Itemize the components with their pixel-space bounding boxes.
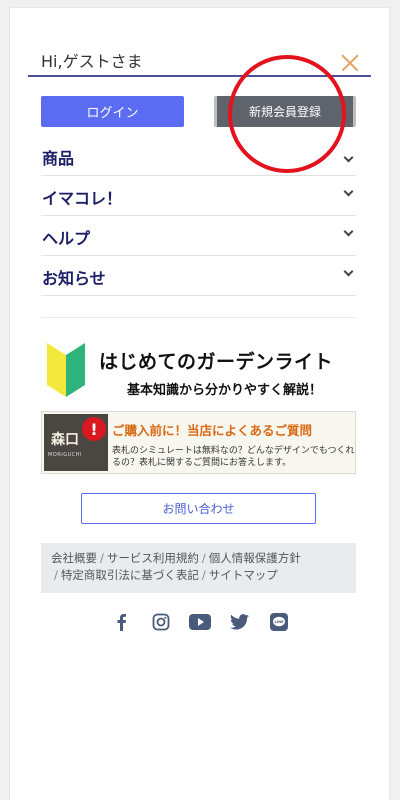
twitter-icon[interactable]: [229, 611, 251, 633]
link-separator: /: [54, 568, 58, 582]
faq-title: ご購入前に！当店によくあるご質問: [112, 423, 313, 438]
menu-item-products[interactable]: 商品: [41, 136, 356, 176]
garden-light-guide-banner[interactable]: はじめてのガーデンライト 基本知識から分かりやすく解説！: [47, 341, 357, 401]
menu-item-label: ヘルプ: [42, 229, 91, 248]
menu-item-news[interactable]: お知らせ: [41, 256, 356, 296]
link-separator: /: [201, 568, 206, 582]
link-separator: /: [201, 551, 206, 565]
footer-link-tokushoho[interactable]: 特定商取引法に基づく表記: [61, 568, 199, 582]
login-button[interactable]: ログイン: [41, 96, 184, 127]
menu-item-label: お知らせ: [42, 269, 106, 288]
menu-item-help[interactable]: ヘルプ: [41, 216, 356, 256]
faq-banner[interactable]: 森口 MORIGUCHI ! ご購入前に！当店によくあるご質問 表札のシミュレー…: [41, 411, 356, 474]
facebook-icon[interactable]: [110, 611, 132, 633]
footer-link-privacy[interactable]: 個人情報保護方針: [209, 551, 301, 565]
line-icon[interactable]: LINE: [268, 611, 290, 633]
side-menu-panel: Hi,ゲストさま ログイン 新規会員登録 商品 イマコレ！ ヘルプ お知らせ は…: [9, 7, 390, 800]
instagram-icon[interactable]: [150, 611, 172, 633]
greeting-underline: [28, 75, 371, 77]
nameplate-text: 森口: [51, 432, 79, 448]
guide-subtitle: 基本知識から分かりやすく解説！: [127, 383, 323, 398]
faq-description: 表札のシミュレートは無料なの？どんなデザインでもつくれるの？表札に関するご質問に…: [112, 446, 355, 468]
category-menu: 商品 イマコレ！ ヘルプ お知らせ: [41, 136, 356, 296]
footer-link-terms[interactable]: サービス利用規約: [107, 551, 199, 565]
beginner-mark-icon: [47, 343, 85, 397]
chevron-down-icon: [343, 266, 354, 277]
contact-button[interactable]: お問い合わせ: [81, 493, 316, 524]
exclamation-icon: !: [82, 417, 106, 441]
social-links: LINE: [110, 611, 290, 633]
nameplate-subtext: MORIGUCHI: [48, 452, 82, 458]
close-icon[interactable]: [341, 54, 359, 72]
menu-item-label: イマコレ！: [42, 189, 123, 208]
youtube-icon[interactable]: [189, 611, 211, 633]
guide-title: はじめてのガーデンライト: [99, 351, 334, 373]
footer-link-company[interactable]: 会社概要: [51, 551, 97, 565]
menu-item-imakore[interactable]: イマコレ！: [41, 176, 356, 216]
chevron-down-icon: [343, 152, 354, 163]
footer-link-sitemap[interactable]: サイトマップ: [209, 568, 278, 582]
menu-item-label: 商品: [42, 149, 75, 168]
greeting-text: Hi,ゲストさま: [41, 52, 143, 71]
chevron-down-icon: [343, 186, 354, 197]
footer-links: 会社概要 / サービス利用規約 / 個人情報保護方針 / 特定商取引法に基づく表記 / サイト…: [41, 543, 356, 593]
section-divider: [41, 317, 356, 318]
link-separator: /: [100, 551, 104, 565]
chevron-down-icon: [343, 226, 354, 237]
svg-text:LINE: LINE: [274, 620, 284, 624]
register-button[interactable]: 新規会員登録: [214, 96, 356, 127]
